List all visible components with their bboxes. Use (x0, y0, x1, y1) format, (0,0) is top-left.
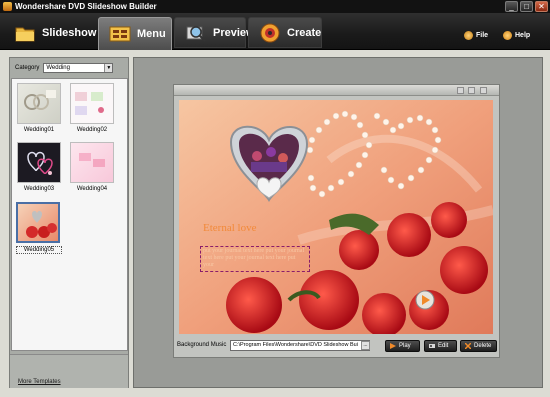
delete-icon (464, 342, 472, 350)
maximize-button[interactable]: □ (520, 1, 533, 12)
folder-icon (14, 23, 36, 43)
background-music-path-field[interactable]: C:\Program Files\Wondershare\DVD Slidesh… (230, 340, 370, 351)
tab-create[interactable]: Create (248, 17, 322, 48)
tab-slideshow[interactable]: Slideshow (4, 17, 96, 48)
template-panel-footer: More Templates (10, 354, 128, 388)
template-label: Wedding04 (76, 186, 108, 192)
more-templates-link[interactable]: More Templates (18, 379, 61, 385)
file-label: File (476, 32, 489, 39)
template-list: Wedding01 Wedding02 Wedding03 Wedding04 … (11, 78, 128, 351)
tab-menu[interactable]: Menu (98, 17, 172, 50)
save-icon[interactable] (480, 87, 487, 94)
help-icon (503, 31, 512, 40)
menu-title-text[interactable]: Eternal love (203, 222, 256, 234)
file-icon (464, 31, 473, 40)
menu-background-art (179, 100, 493, 334)
editor-back-icon[interactable] (457, 87, 464, 94)
disc-icon (259, 23, 281, 43)
template-thumb-wedding01[interactable] (17, 83, 61, 124)
background-music-label: Background Music (177, 342, 227, 348)
delete-label: Delete (474, 343, 492, 349)
editor-bottom-bar: Background Music C:\Program Files\Wonder… (173, 338, 500, 358)
chevron-down-icon[interactable]: ▼ (104, 64, 113, 72)
magnifier-icon (185, 23, 207, 43)
tab-preview[interactable]: Preview (174, 17, 255, 48)
help-menu-link[interactable]: Help (503, 31, 530, 40)
template-panel: Category Wedding ▼ Wedding01 Wedding02 W… (9, 57, 129, 388)
category-select[interactable]: Wedding ▼ (43, 63, 114, 73)
template-thumb-wedding03[interactable] (17, 142, 61, 183)
template-thumb-art (24, 90, 56, 110)
app-icon (3, 2, 12, 11)
tab-create-label: Create (287, 26, 322, 39)
window-title: Wondershare DVD Slideshow Builder (15, 2, 157, 11)
play-label: Play (399, 343, 411, 349)
editor-header (174, 85, 499, 96)
template-thumb-art (79, 153, 105, 167)
menu-canvas[interactable] (179, 100, 493, 334)
help-label: Help (515, 32, 531, 39)
category-label: Category (15, 65, 40, 71)
delete-button[interactable]: Delete (460, 340, 497, 352)
main-toolbar: Slideshow Menu Preview Create File Help (0, 13, 550, 50)
template-label: Wedding03 (23, 186, 55, 192)
template-thumb-art (75, 92, 104, 115)
play-icon (390, 343, 396, 349)
editor-forward-icon[interactable] (468, 87, 475, 94)
category-value: Wedding (46, 65, 70, 71)
template-label: Wedding05 (16, 246, 62, 254)
template-thumb-wedding04[interactable] (70, 142, 114, 183)
tab-slideshow-label: Slideshow (42, 26, 97, 39)
window-controls: _ □ ✕ (505, 1, 548, 12)
edit-icon (429, 343, 435, 349)
minimize-button[interactable]: _ (505, 1, 518, 12)
file-menu-link[interactable]: File (464, 31, 488, 40)
title-bar: Wondershare DVD Slideshow Builder _ □ ✕ (0, 0, 550, 13)
browse-button[interactable]: ... (361, 341, 370, 350)
play-button[interactable]: Play (385, 340, 420, 352)
template-thumb-wedding02[interactable] (70, 83, 114, 124)
category-row: Category Wedding ▼ (15, 63, 114, 73)
edit-button[interactable]: Edit (424, 340, 457, 352)
template-thumb-art (27, 151, 53, 175)
template-thumb-art (26, 211, 57, 238)
close-button[interactable]: ✕ (535, 1, 548, 12)
template-label: Wedding01 (23, 127, 55, 133)
journal-text-box[interactable]: put your journal text here put your jour… (200, 246, 310, 272)
menu-icon (109, 24, 131, 44)
edit-label: Edit (438, 343, 449, 349)
template-thumb-wedding05[interactable] (16, 202, 60, 243)
tab-menu-label: Menu (137, 28, 166, 40)
template-label: Wedding02 (76, 127, 108, 133)
